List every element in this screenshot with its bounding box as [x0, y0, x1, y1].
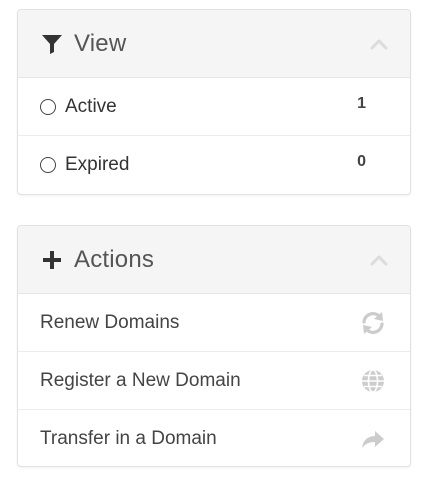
action-label: Renew Domains: [40, 311, 180, 333]
radio-button[interactable]: [40, 156, 56, 173]
action-label: Transfer in a Domain: [40, 427, 217, 449]
view-option-expired[interactable]: Expired 0: [18, 136, 410, 193]
view-panel-header[interactable]: View: [18, 10, 410, 78]
view-panel-title: View: [74, 29, 127, 57]
chevron-up-icon[interactable]: [370, 253, 388, 266]
view-option-label: Active: [65, 95, 117, 117]
view-option-active[interactable]: Active 1: [18, 78, 410, 136]
filter-icon: [40, 32, 64, 56]
action-renew-domains[interactable]: Renew Domains: [18, 294, 410, 352]
radio-button[interactable]: [40, 98, 56, 115]
view-panel: View Active 1 Expired 0: [17, 9, 411, 195]
action-transfer-domain[interactable]: Transfer in a Domain: [18, 410, 410, 466]
view-option-count: 1: [357, 95, 366, 112]
view-option-label: Expired: [65, 153, 130, 175]
actions-panel-header[interactable]: Actions: [18, 226, 410, 294]
action-label: Register a New Domain: [40, 369, 241, 391]
action-register-domain[interactable]: Register a New Domain: [18, 352, 410, 410]
actions-panel-title: Actions: [74, 245, 155, 273]
plus-icon: [40, 248, 64, 272]
view-option-count: 0: [357, 153, 366, 170]
chevron-up-icon[interactable]: [370, 37, 388, 50]
refresh-icon: [360, 310, 386, 336]
share-arrow-icon: [360, 426, 386, 452]
globe-icon: [360, 368, 386, 394]
actions-panel: Actions Renew Domains Register a New Dom…: [17, 225, 411, 467]
